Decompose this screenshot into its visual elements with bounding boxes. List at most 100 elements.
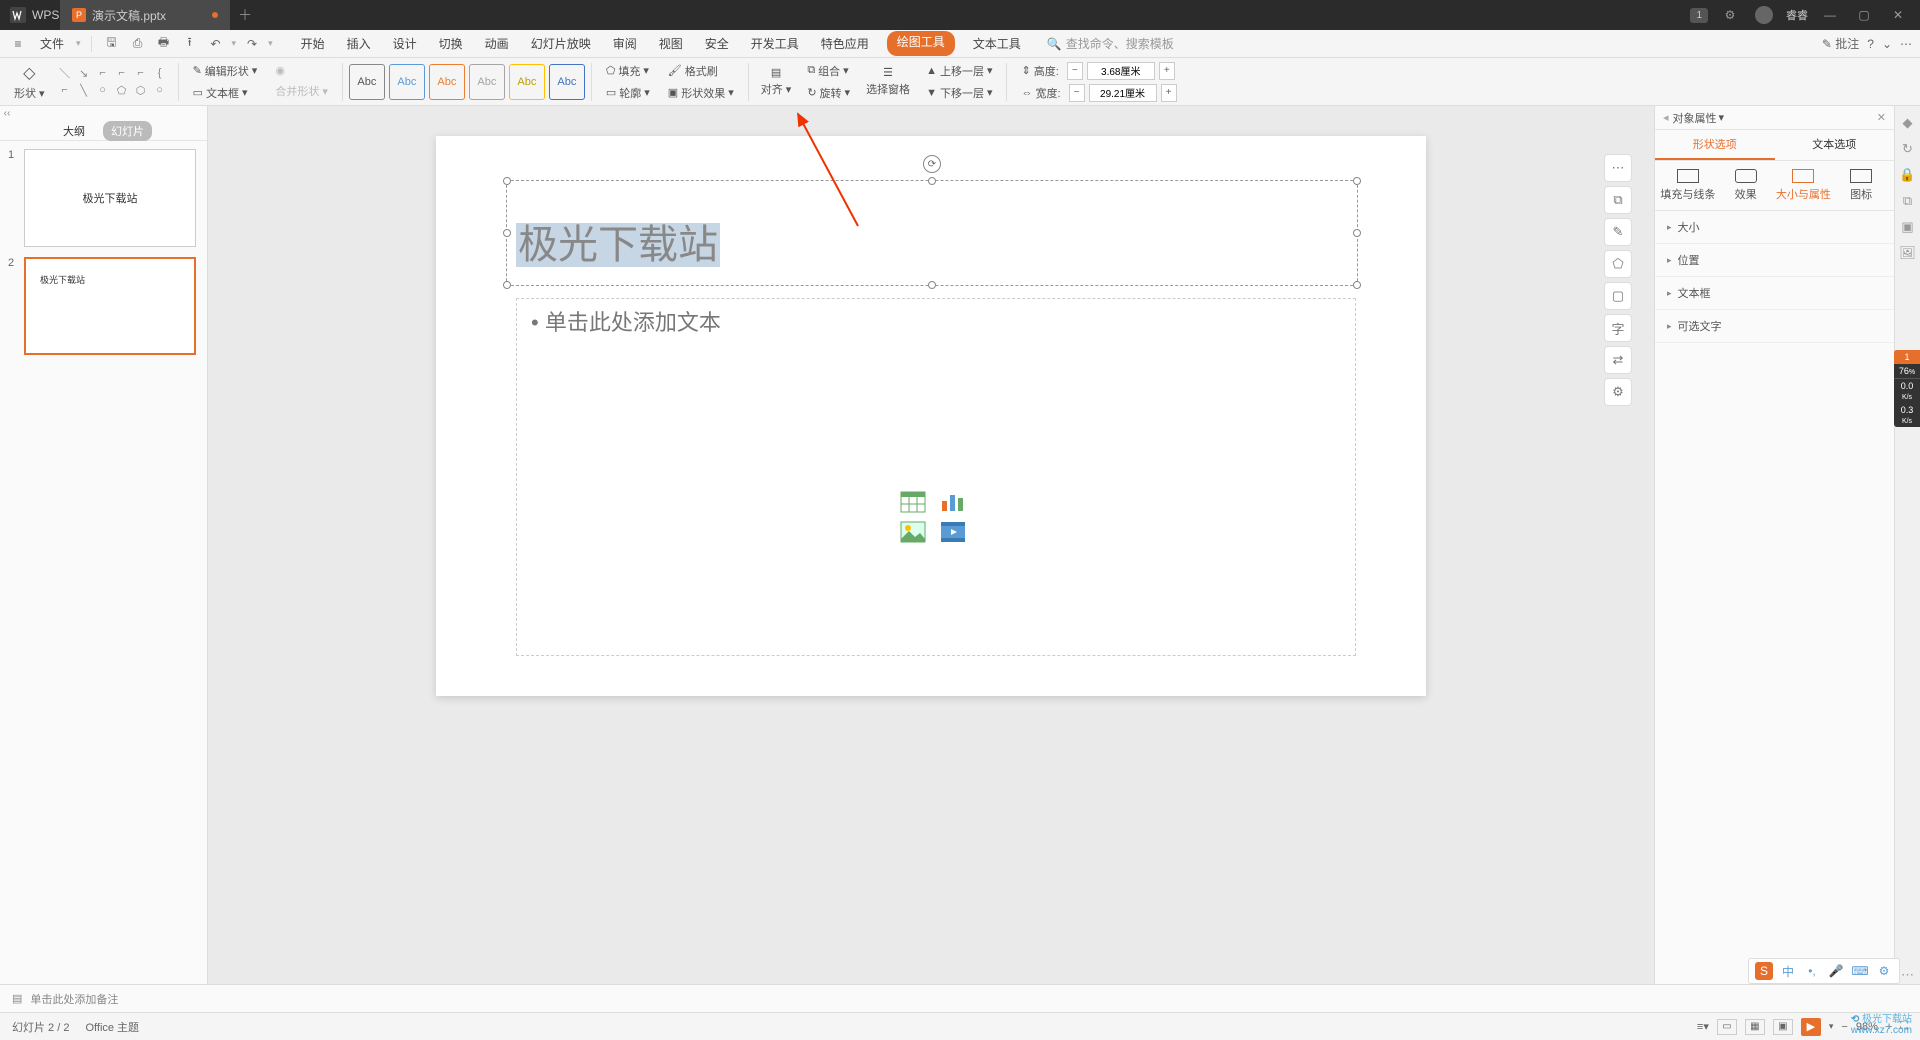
ime-toolbar[interactable]: S 中 •, 🎤 ⌨ ⚙ [1748,958,1900,984]
style-5[interactable]: Abc [509,64,545,100]
height-input[interactable] [1087,62,1155,80]
shape-effects-button[interactable]: ▣形状效果 ▾ [664,83,738,103]
reading-view-icon[interactable]: ▣ [1773,1019,1793,1035]
ime-keyboard-icon[interactable]: ⌨ [1851,962,1869,980]
textbox-button[interactable]: ▭文本框 ▾ [189,83,262,103]
group-button[interactable]: ⧉组合 ▾ [803,61,854,81]
export-icon[interactable]: ⭱ [180,34,200,54]
help-icon[interactable]: ? [1867,37,1874,51]
tab-developer[interactable]: 开发工具 [747,31,803,56]
ime-mic-icon[interactable]: 🎤 [1827,962,1845,980]
print-icon[interactable]: 🖶 [154,34,174,54]
normal-view-icon[interactable]: ▭ [1717,1019,1737,1035]
more-icon[interactable]: ⋯ [1900,37,1912,51]
bring-forward-button[interactable]: ▲上移一层 ▾ [922,61,996,81]
slideshow-button[interactable]: ▶ [1801,1018,1821,1036]
avatar[interactable] [1752,3,1776,27]
document-tab[interactable]: P 演示文稿.pptx [60,0,230,30]
tab-review[interactable]: 审阅 [609,31,641,56]
tab-animation[interactable]: 动画 [481,31,513,56]
merge-shapes-icon[interactable]: ◉ [271,62,332,79]
insert-media-icon[interactable] [940,521,966,543]
outline-button[interactable]: ▭轮廓 ▾ [602,83,654,103]
rail-lock-icon[interactable]: 🔒 [1899,166,1917,184]
text-icon[interactable]: 字 [1604,314,1632,342]
fill-line-tab[interactable]: 填充与线条 [1659,169,1717,202]
shapes-button[interactable]: ◇ 形状 ▾ [8,61,51,103]
performance-badge[interactable]: 1 76% 0.0K/s 0.3K/s [1894,350,1920,427]
rail-properties-icon[interactable]: ◆ [1899,114,1917,132]
crop-icon[interactable]: ▢ [1604,282,1632,310]
redo-icon[interactable]: ↷ [242,34,262,54]
slides-tab[interactable]: 幻灯片 [103,121,152,141]
ime-settings-icon[interactable]: ⚙ [1875,962,1893,980]
insert-chart-icon[interactable] [940,491,966,513]
style-4[interactable]: Abc [469,64,505,100]
rail-more-icon[interactable]: ⋯ [1899,966,1917,984]
edit-shape-button[interactable]: ✎编辑形状 ▾ [189,61,262,81]
tab-view[interactable]: 视图 [655,31,687,56]
file-menu[interactable]: 文件 [34,35,70,52]
gift-icon[interactable]: ⚙ [1718,3,1742,27]
zoom-out-icon[interactable]: − [1841,1021,1847,1033]
slide-thumbnail-1[interactable]: 极光下载站 [24,149,196,247]
notes-placeholder[interactable]: 单击此处添加备注 [30,991,118,1007]
send-backward-button[interactable]: ▼下移一层 ▾ [922,83,996,103]
tab-slideshow[interactable]: 幻灯片放映 [527,31,595,56]
style-gallery[interactable]: Abc Abc Abc Abc Abc Abc [349,64,585,100]
pen-icon[interactable]: ✎ [1604,218,1632,246]
rotation-handle[interactable]: ⟳ [923,155,941,173]
height-increase[interactable]: + [1159,62,1175,80]
tab-drawing-tools[interactable]: 绘图工具 [887,31,955,56]
format-painter-button[interactable]: 🖌格式刷 [664,61,738,81]
more-options-icon[interactable]: ⋯ [1604,154,1632,182]
ime-punct-icon[interactable]: •, [1803,962,1821,980]
slide-canvas[interactable]: ⟳ 极光下载站 • 单击此处添加文本 [436,136,1426,696]
selection-pane-button[interactable]: ☰ 选择窗格 [860,64,916,99]
content-placeholder[interactable]: • 单击此处添加文本 [516,298,1356,656]
position-section[interactable]: ▸位置 [1655,244,1894,277]
notification-badge[interactable]: 1 [1690,8,1708,23]
rotate-button[interactable]: ↻旋转 ▾ [803,83,854,103]
insert-table-icon[interactable] [900,491,926,513]
transform-icon[interactable]: ⇄ [1604,346,1632,374]
shape-options-tab[interactable]: 形状选项 [1655,130,1775,160]
rail-history-icon[interactable]: ↻ [1899,140,1917,158]
menu-icon[interactable]: ≡ [8,34,28,54]
tab-security[interactable]: 安全 [701,31,733,56]
alt-text-section[interactable]: ▸可选文字 [1655,310,1894,343]
width-decrease[interactable]: − [1069,84,1085,102]
close-button[interactable]: ✕ [1886,3,1910,27]
title-text[interactable]: 极光下载站 [516,212,720,270]
new-tab-button[interactable]: ＋ [230,5,260,25]
align-button[interactable]: ▤ 对齐 ▾ [755,64,798,99]
tab-special[interactable]: 特色应用 [817,31,873,56]
style-3[interactable]: Abc [429,64,465,100]
collapse-ribbon-icon[interactable]: ⌄ [1882,37,1892,51]
tab-design[interactable]: 设计 [389,31,421,56]
adjust-icon[interactable]: ⚙ [1604,378,1632,406]
text-options-tab[interactable]: 文本选项 [1775,130,1895,160]
rail-template-icon[interactable]: ▣ [1899,218,1917,236]
slide-thumbnail-2[interactable]: 极光下载站 [24,257,196,355]
size-properties-tab[interactable]: 大小与属性 [1775,169,1833,202]
home-shape-icon[interactable]: ⬠ [1604,250,1632,278]
close-panel-icon[interactable]: ✕ [1877,111,1886,124]
tab-home[interactable]: 开始 [297,31,329,56]
collapse-panel-icon[interactable]: ‹‹ [0,106,14,121]
layers-icon[interactable]: ⧉ [1604,186,1632,214]
fill-button[interactable]: ⬠填充 ▾ [602,61,654,81]
effects-tab[interactable]: 效果 [1717,169,1775,202]
tab-insert[interactable]: 插入 [343,31,375,56]
print-preview-icon[interactable]: ⎙ [128,34,148,54]
width-increase[interactable]: + [1161,84,1177,102]
ime-lang[interactable]: 中 [1779,962,1797,980]
insert-picture-icon[interactable] [900,521,926,543]
icon-tab[interactable]: 图标 [1832,169,1890,202]
save-icon[interactable]: 🖫 [102,34,122,54]
tab-transition[interactable]: 切换 [435,31,467,56]
minimize-button[interactable]: — [1818,3,1842,27]
tab-text-tools[interactable]: 文本工具 [969,31,1025,56]
height-decrease[interactable]: − [1067,62,1083,80]
size-section[interactable]: ▸大小 [1655,211,1894,244]
